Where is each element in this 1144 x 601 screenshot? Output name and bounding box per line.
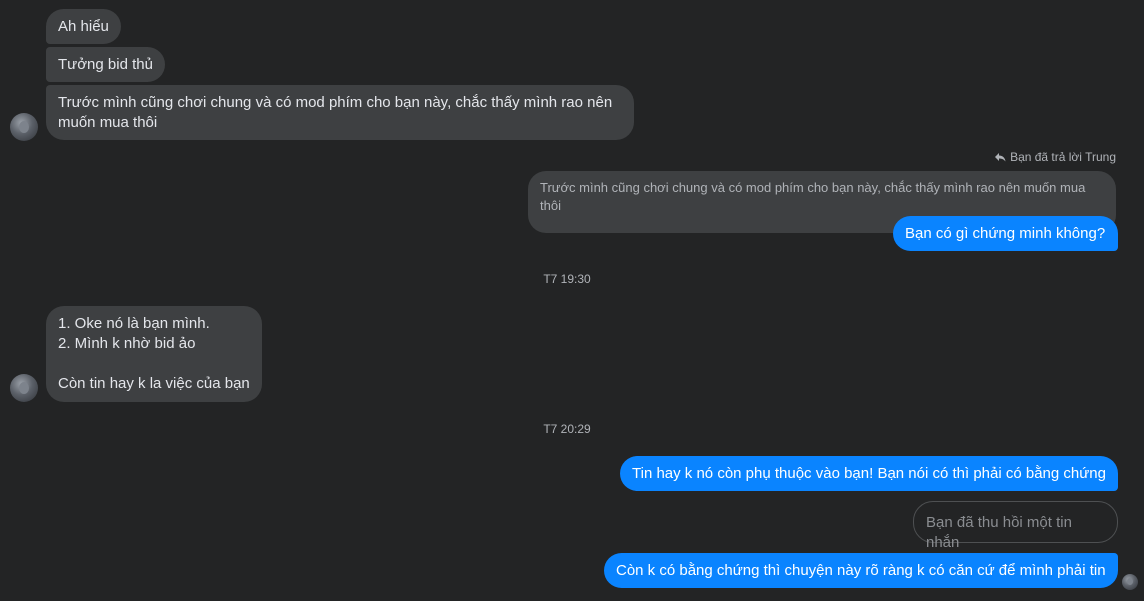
seen-avatar [1122,574,1138,590]
contact-avatar[interactable] [10,113,38,141]
outgoing-message[interactable]: Bạn có gì chứng minh không? [893,216,1118,251]
chat-thread: Ah hiểu Tưởng bid thủ Trước mình cũng ch… [0,0,1144,601]
recalled-message: Bạn đã thu hồi một tin nhắn [913,501,1118,551]
incoming-message[interactable]: 1. Oke nó là bạn mình. 2. Mình k nhờ bid… [46,306,262,402]
reply-arrow-icon [995,153,1006,162]
incoming-message[interactable]: Tưởng bid thủ [46,47,165,82]
timestamp: T7 19:30 [543,272,591,286]
incoming-message[interactable]: Trước mình cũng chơi chung và có mod phí… [46,85,634,140]
contact-avatar[interactable] [10,374,38,402]
reply-label-text: Bạn đã trả lời Trung [1010,150,1116,164]
outgoing-message[interactable]: Tin hay k nó còn phụ thuộc vào bạn! Bạn … [620,456,1118,491]
timestamp: T7 20:29 [543,422,591,436]
reply-indicator: Bạn đã trả lời Trung [994,150,1116,164]
outgoing-message[interactable]: Còn k có bằng chứng thì chuyện này rõ rà… [604,553,1118,588]
incoming-message[interactable]: Ah hiểu [46,9,121,44]
